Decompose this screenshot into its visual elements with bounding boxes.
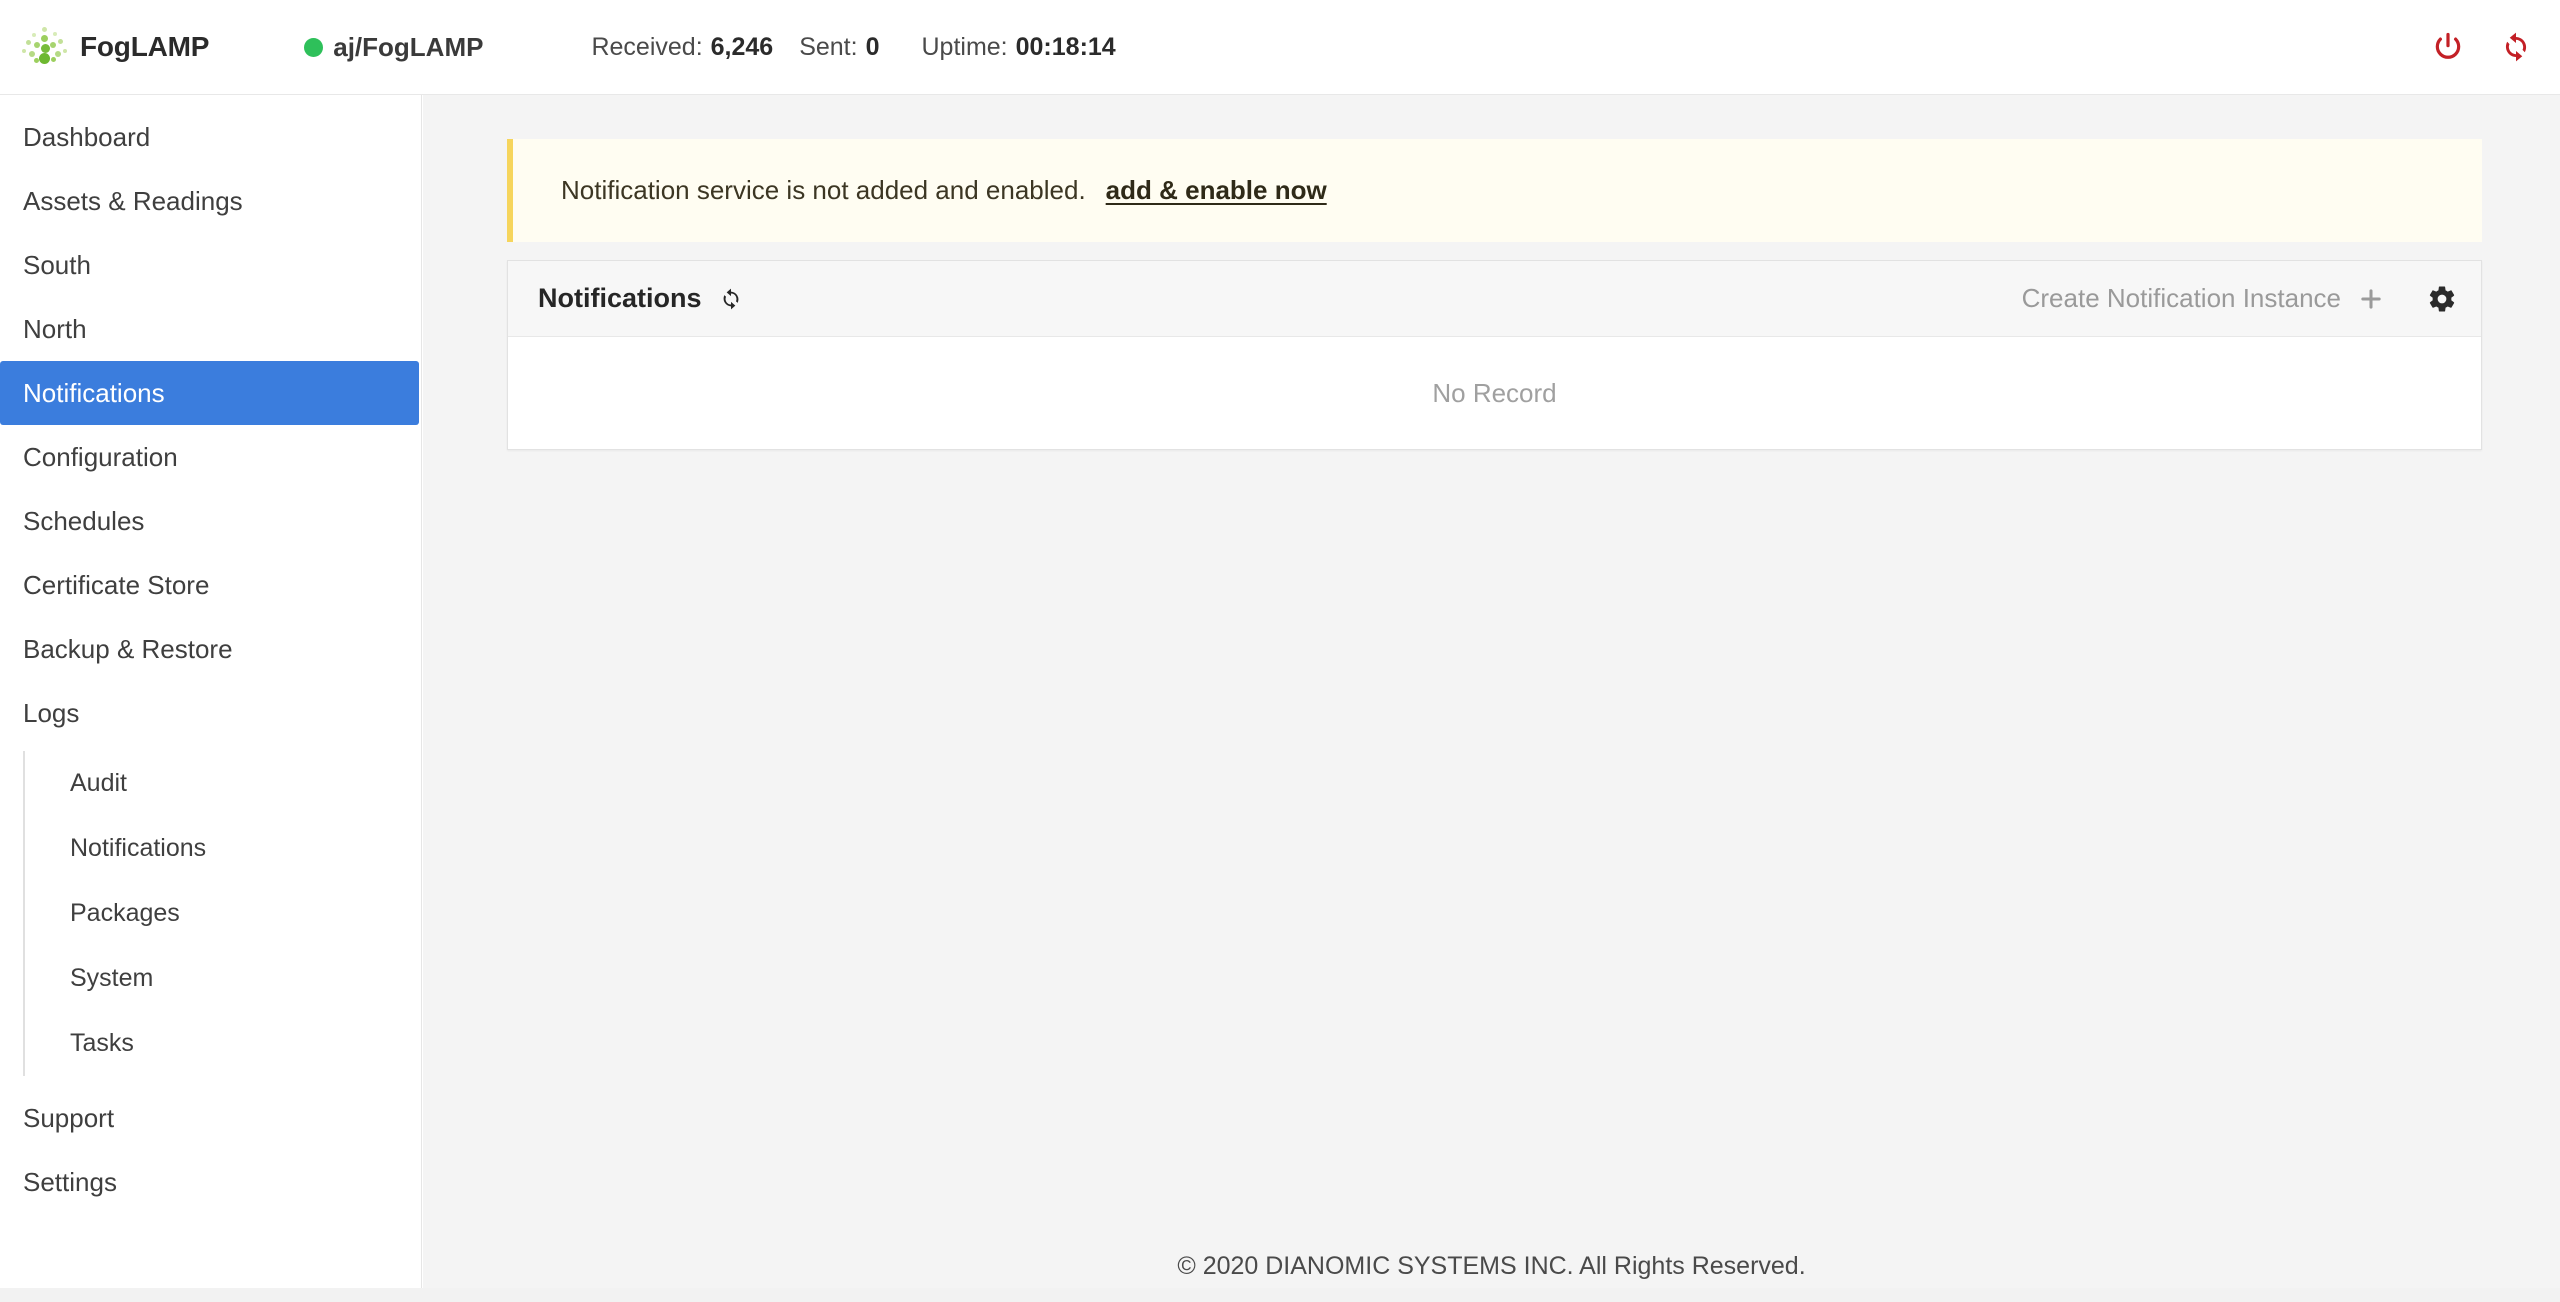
create-notification-instance-button[interactable]: Create Notification Instance — [2022, 283, 2385, 314]
notification-service-banner: Notification service is not added and en… — [507, 139, 2482, 242]
banner-message: Notification service is not added and en… — [561, 175, 1086, 205]
foglamp-dots-logo-icon — [22, 27, 68, 67]
power-icon[interactable] — [2428, 27, 2468, 67]
notifications-card: Notifications Create Notification Instan… — [507, 260, 2482, 450]
create-notification-instance-label: Create Notification Instance — [2021, 283, 2341, 313]
restart-sync-icon[interactable] — [2496, 27, 2536, 67]
stat-received: Received: 6,246 — [591, 33, 773, 62]
stat-sent-value: 0 — [865, 32, 880, 61]
sidebar-subitem-tasks[interactable]: Tasks — [25, 1011, 421, 1076]
sidebar-subitem-audit[interactable]: Audit — [25, 751, 421, 816]
connection-name: aj/FogLAMP — [333, 31, 484, 62]
brand[interactable]: FogLAMP — [22, 0, 209, 94]
stat-received-value: 6,246 — [710, 32, 774, 61]
green-status-dot-icon — [304, 37, 324, 57]
copyright-text: © 2020 DIANOMIC SYSTEMS INC. All Rights … — [1177, 1251, 1806, 1280]
notifications-card-header: Notifications Create Notification Instan… — [508, 261, 2481, 337]
refresh-sync-icon[interactable] — [718, 286, 744, 312]
add-and-enable-now-link[interactable]: add & enable now — [1106, 175, 1327, 206]
sidebar-item-configuration[interactable]: Configuration — [0, 425, 421, 489]
sidebar-subitem-packages[interactable]: Packages — [25, 881, 421, 946]
sidebar-item-schedules[interactable]: Schedules — [0, 489, 421, 553]
stat-uptime-value: 00:18:14 — [1015, 32, 1116, 61]
sidebar-item-dashboard[interactable]: Dashboard — [0, 105, 421, 169]
stat-uptime: Uptime: 00:18:14 — [921, 33, 1115, 62]
bottom-strip — [0, 1288, 2560, 1302]
sidebar-item-backup-restore[interactable]: Backup & Restore — [0, 617, 421, 681]
sidebar-item-south[interactable]: South — [0, 233, 421, 297]
sidebar-item-north[interactable]: North — [0, 297, 421, 361]
sidebar-logs-submenu: Audit Notifications Packages System Task… — [23, 751, 421, 1076]
brand-name: FogLAMP — [80, 31, 210, 62]
plus-icon — [2357, 285, 2385, 313]
sidebar-subitem-notifications[interactable]: Notifications — [25, 816, 421, 881]
top-bar-actions — [2428, 27, 2536, 67]
stat-received-label: Received: — [591, 32, 703, 61]
sidebar-item-logs[interactable]: Logs — [0, 681, 421, 745]
sidebar: Dashboard Assets & Readings South North … — [0, 95, 422, 1302]
sidebar-item-settings[interactable]: Settings — [0, 1150, 421, 1214]
sidebar-item-support[interactable]: Support — [0, 1086, 421, 1150]
card-header-actions: Create Notification Instance — [2022, 283, 2457, 314]
stat-sent-label: Sent: — [799, 32, 858, 61]
sidebar-subitem-system[interactable]: System — [25, 946, 421, 1011]
gear-icon[interactable] — [2427, 284, 2457, 314]
sidebar-item-notifications[interactable]: Notifications — [0, 361, 419, 425]
main-content: Notification service is not added and en… — [423, 95, 2560, 1302]
stat-uptime-label: Uptime: — [921, 32, 1008, 61]
sidebar-item-assets-readings[interactable]: Assets & Readings — [0, 169, 421, 233]
connection-indicator[interactable]: aj/FogLAMP — [304, 32, 483, 63]
header-stats: Received: 6,246 Sent: 0 Uptime: 00:18:14 — [591, 33, 1115, 62]
empty-state-text: No Record — [1432, 377, 1557, 408]
card-title: Notifications — [538, 283, 702, 313]
notifications-card-body: No Record — [508, 337, 2481, 449]
sidebar-item-certificate-store[interactable]: Certificate Store — [0, 553, 421, 617]
top-bar: FogLAMP aj/FogLAMP Received: 6,246 Sent:… — [0, 0, 2560, 95]
stat-sent: Sent: 0 — [799, 33, 879, 62]
